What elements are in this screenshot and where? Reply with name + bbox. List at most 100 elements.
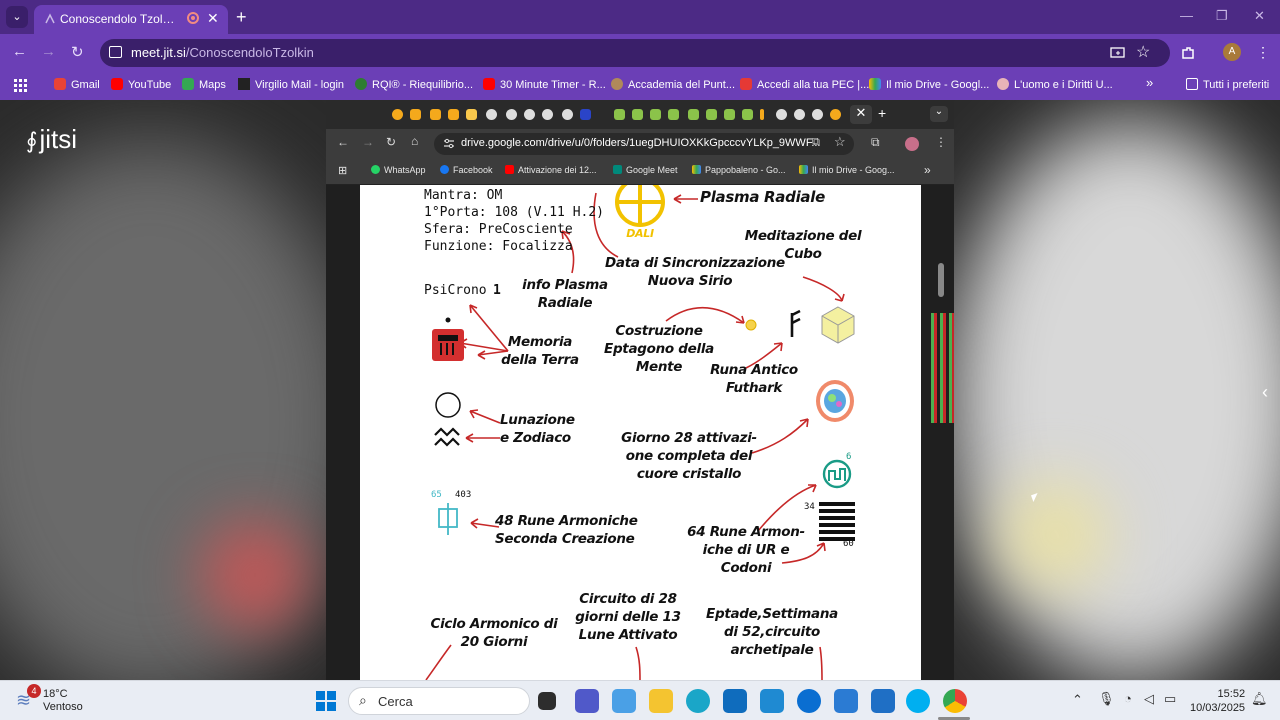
chevron-left-icon[interactable]: ‹ xyxy=(1262,382,1268,403)
bookmarks-overflow-icon[interactable]: » xyxy=(1146,76,1153,92)
bookmark-pec[interactable]: Accedi alla tua PEC |... xyxy=(740,78,869,94)
taskbar-search[interactable]: ⌕ Cerca xyxy=(348,687,530,715)
minimize-icon[interactable]: — xyxy=(1180,8,1193,23)
help-icon[interactable] xyxy=(797,689,821,713)
wifi-icon[interactable]: ◔ xyxy=(1124,691,1132,706)
bookmark-rqi[interactable]: RQI® - Riequilibrio... xyxy=(355,78,473,94)
tab-title: Conoscendolo Tzolkin | Jitsi xyxy=(60,12,180,26)
forward-icon[interactable]: → xyxy=(41,43,56,60)
edge-icon[interactable] xyxy=(686,689,710,713)
shared-nav-bar: ← → ↻ ⌂ drive.google.com/drive/u/0/folde… xyxy=(326,129,954,159)
virgilio-icon xyxy=(238,78,250,90)
shared-forward-icon[interactable]: → xyxy=(362,135,374,149)
bookmark-virgilio[interactable]: Virgilio Mail - login xyxy=(238,78,344,94)
shared-tab-strip: ✕ + ⌄ xyxy=(326,100,954,129)
teams-icon[interactable] xyxy=(575,689,599,713)
tab-search-button[interactable]: ⌄ xyxy=(6,6,28,28)
recording-icon xyxy=(187,12,199,24)
shared-star-icon[interactable]: ☆ xyxy=(834,134,846,150)
cast-icon[interactable] xyxy=(1110,45,1126,61)
file-explorer-icon[interactable] xyxy=(649,689,673,713)
bookmark-drive[interactable]: Il mio Drive - Googl... xyxy=(869,78,989,94)
apps-grid-icon[interactable] xyxy=(14,79,28,93)
shared-bookmark-facebook[interactable]: Facebook xyxy=(440,165,493,175)
task-view-icon[interactable] xyxy=(538,692,556,710)
shared-address-bar[interactable]: drive.google.com/drive/u/0/folders/1uegD… xyxy=(434,133,854,155)
reload-icon[interactable]: ↻ xyxy=(71,43,84,61)
shared-extensions-icon[interactable]: ⧉ xyxy=(871,135,880,150)
profile-avatar[interactable]: A xyxy=(1223,43,1241,61)
shared-tab-close-icon[interactable]: ✕ xyxy=(850,105,872,124)
circuito-28-label: Circuito di 28 giorni delle 13 Lune Atti… xyxy=(575,591,681,643)
store-icon[interactable] xyxy=(723,689,747,713)
drive-icon xyxy=(692,165,701,174)
all-bookmarks-folder[interactable]: Tutti i preferiti xyxy=(1186,78,1269,94)
tab-jitsi[interactable]: Conoscendolo Tzolkin | Jitsi ✕ xyxy=(34,5,228,34)
site-info-icon[interactable] xyxy=(109,46,122,58)
bookmark-youtube[interactable]: YouTube xyxy=(111,78,171,94)
tab-bar: ⌄ Conoscendolo Tzolkin | Jitsi ✕ + — ❐ ✕ xyxy=(0,0,1280,34)
taskbar-clock[interactable]: 15:52 10/03/2025 xyxy=(1190,687,1245,715)
aquarius-icon xyxy=(434,427,460,447)
back-icon[interactable]: ← xyxy=(12,43,27,60)
shared-bookmark-drive[interactable]: Il mio Drive - Goog... xyxy=(799,165,895,175)
menu-icon[interactable]: ⋮ xyxy=(1256,44,1270,61)
scrollbar-thumb[interactable] xyxy=(938,263,944,297)
bookmark-gmail[interactable]: Gmail xyxy=(54,78,100,94)
shared-bookmarks-bar: ⊞ WhatsApp Facebook Attivazione dei 12..… xyxy=(326,159,954,185)
rqi-icon xyxy=(355,78,367,90)
chrome-icon[interactable] xyxy=(943,689,967,713)
battery-icon[interactable]: ▭ xyxy=(1164,691,1176,707)
shared-bookmarks-overflow-icon[interactable]: » xyxy=(924,163,931,177)
shared-tab-search-icon[interactable]: ⌄ xyxy=(930,106,948,122)
shared-bookmark-meet[interactable]: Google Meet xyxy=(613,165,678,175)
shared-bookmark-whatsapp[interactable]: WhatsApp xyxy=(371,165,426,175)
shared-new-tab-icon[interactable]: + xyxy=(878,105,886,121)
bookmark-maps[interactable]: Maps xyxy=(182,78,226,94)
bookmark-star-icon[interactable]: ☆ xyxy=(1136,42,1150,62)
volume-icon[interactable]: ◁ xyxy=(1144,691,1154,707)
cube-icon xyxy=(821,306,855,344)
weather-badge: 4 xyxy=(27,684,41,698)
shared-profile-avatar[interactable] xyxy=(905,137,919,151)
shared-reload-icon[interactable]: ↻ xyxy=(386,135,396,149)
flower-icon xyxy=(997,78,1009,90)
maximize-icon[interactable]: ❐ xyxy=(1216,8,1228,24)
shared-menu-icon[interactable]: ⋮ xyxy=(935,135,947,149)
bookmark-accademia[interactable]: Accademia del Punt... xyxy=(611,78,735,94)
calculator-icon[interactable] xyxy=(834,689,858,713)
microphone-icon[interactable]: 🎙︎ xyxy=(1098,691,1115,707)
shared-apps-icon[interactable]: ⊞ xyxy=(338,164,347,177)
skype-icon[interactable] xyxy=(906,689,930,713)
shared-bookmark-pappobaleno[interactable]: Pappobaleno - Go... xyxy=(692,165,786,175)
shared-bookmark-attivazione[interactable]: Attivazione dei 12... xyxy=(505,165,597,175)
search-icon: ⌕ xyxy=(359,692,367,708)
photos-icon[interactable] xyxy=(612,689,636,713)
window-close-icon[interactable]: ✕ xyxy=(1254,8,1265,24)
giorno-28-label: Giorno 28 attivazi- one completa del cuo… xyxy=(621,430,757,482)
tune-icon[interactable] xyxy=(443,138,455,150)
background-blur xyxy=(0,140,360,680)
shared-screen: ✕ + ⌄ ← → ↻ ⌂ drive.google.com/drive/u/0… xyxy=(326,100,954,680)
shared-cast-icon[interactable]: ⧉ xyxy=(812,136,820,149)
bookmark-timer[interactable]: 30 Minute Timer - R... xyxy=(483,78,606,94)
drive-icon xyxy=(869,78,881,90)
mylio-icon[interactable] xyxy=(760,689,784,713)
number-34: 34 xyxy=(804,502,815,512)
background-blur xyxy=(950,120,1280,680)
new-tab-button[interactable]: + xyxy=(236,7,247,28)
bookmark-diritti[interactable]: L'uomo e i Diritti U... xyxy=(997,78,1113,94)
extensions-icon[interactable] xyxy=(1180,45,1196,61)
tab-close-icon[interactable]: ✕ xyxy=(207,10,219,27)
crystal-heart-icon xyxy=(816,380,854,422)
tray-chevron-icon[interactable]: ⌃ xyxy=(1072,692,1083,708)
shared-back-icon[interactable]: ← xyxy=(337,135,349,149)
address-bar[interactable]: meet.jit.si/ConoscendoloTzolkin ☆ xyxy=(100,39,1170,67)
notification-bell-icon[interactable]: 🔔︎ xyxy=(1251,691,1268,707)
shared-home-icon[interactable]: ⌂ xyxy=(411,134,418,148)
photo-editor-icon[interactable] xyxy=(871,689,895,713)
memory-earth-icon xyxy=(432,317,464,361)
windows-start-icon[interactable] xyxy=(316,691,336,711)
sun-dot-icon xyxy=(745,319,757,331)
url-path: /ConoscendoloTzolkin xyxy=(185,45,314,60)
